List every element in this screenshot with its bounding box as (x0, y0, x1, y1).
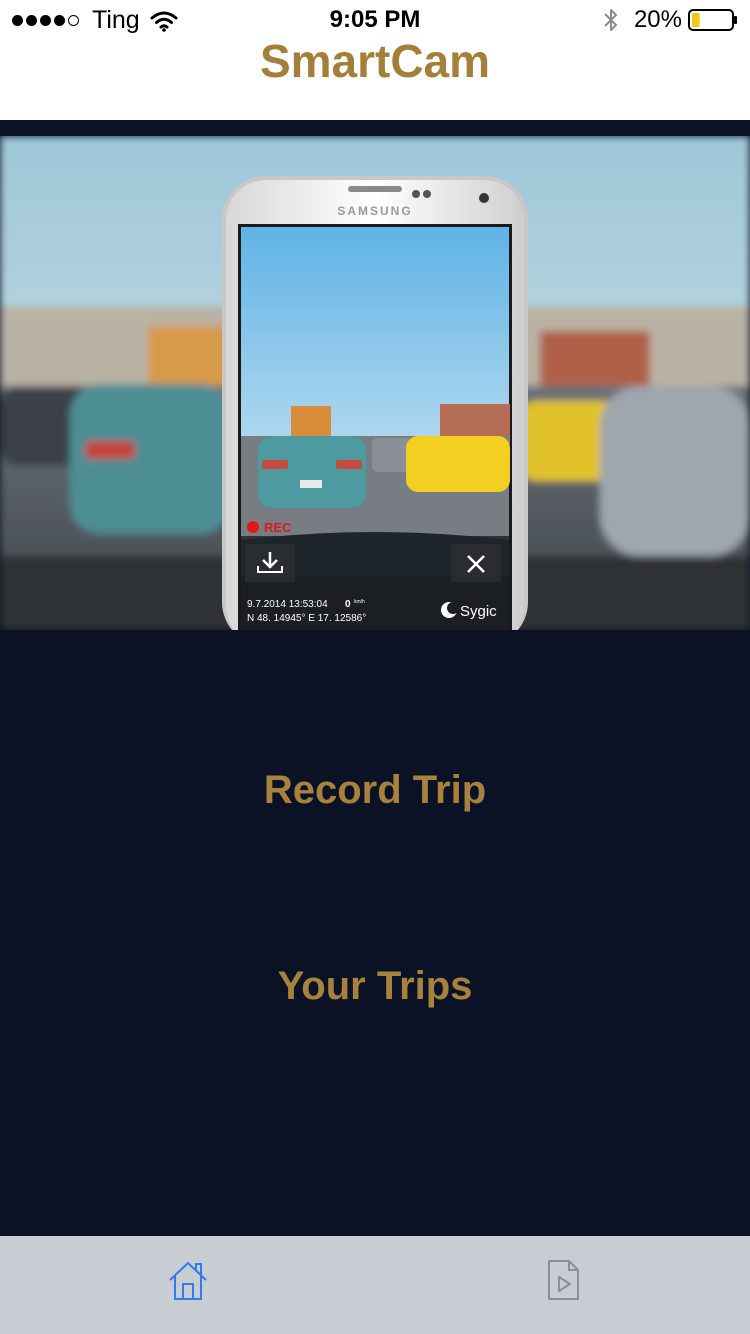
signal-dot (26, 15, 37, 26)
app-title: SmartCam (259, 35, 491, 87)
overlay-datetime: 9.7.2014 13:53:04 (247, 599, 328, 610)
hero-top-band (0, 120, 750, 136)
status-left: Ting (12, 6, 178, 35)
dashcam-phone-illustration: SAMSUNG REC 9.7.2014 13:53:04 0 km/h N 4… (0, 136, 750, 630)
video-file-icon (548, 1260, 579, 1300)
phone-brand-label: SAMSUNG (337, 204, 412, 218)
bluetooth-icon (604, 9, 617, 31)
signal-dot (12, 15, 23, 26)
signal-dot (54, 15, 65, 26)
carrier-name: Ting (92, 6, 140, 34)
signal-dot (40, 15, 51, 26)
battery-percent: 20% (633, 6, 682, 33)
your-trips-button[interactable]: Your Trips (0, 964, 750, 1009)
close-icon (451, 544, 501, 582)
home-icon (169, 1262, 207, 1300)
hero-image: SAMSUNG REC 9.7.2014 13:53:04 0 km/h N 4… (0, 136, 750, 630)
app-header: Ting 9:05 PM 20% SmartCam (0, 0, 750, 120)
tab-trips[interactable] (533, 1250, 593, 1310)
phone-device: SAMSUNG REC 9.7.2014 13:53:04 0 km/h N 4… (222, 176, 528, 630)
overlay-coordinates: N 48. 14945° E 17. 12586° (247, 613, 366, 624)
overlay-brand: Sygic (460, 603, 497, 620)
signal-dot (68, 15, 79, 26)
phone-screen: REC 9.7.2014 13:53:04 0 km/h N 48. 14945… (241, 227, 510, 630)
download-icon (245, 544, 295, 582)
wifi-icon (150, 11, 178, 32)
status-right: 20% (602, 6, 738, 34)
tab-home[interactable] (158, 1250, 218, 1310)
rec-indicator: REC (264, 520, 292, 535)
overlay-speed-unit: km/h (354, 599, 365, 605)
signal-strength-icon (12, 15, 82, 26)
record-trip-button[interactable]: Record Trip (0, 768, 750, 813)
main-actions: Record Trip Your Trips (0, 630, 750, 1236)
tab-bar (0, 1236, 750, 1334)
battery-icon (688, 9, 737, 31)
sygic-logo: Sygic (441, 602, 497, 620)
overlay-speed: 0 (345, 599, 351, 610)
